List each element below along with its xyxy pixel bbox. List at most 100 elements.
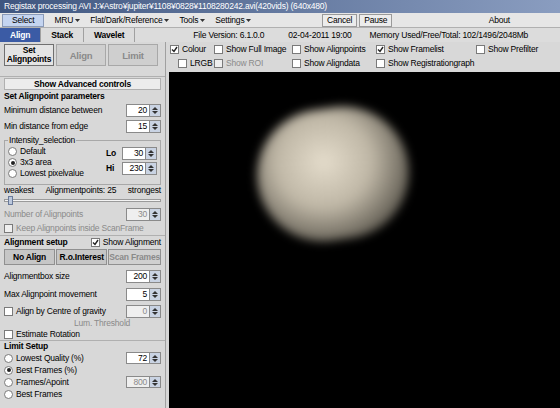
mode-button[interactable]: Limit <box>108 44 158 66</box>
radio-button[interactable] <box>4 366 13 375</box>
spin-buttons[interactable] <box>150 104 161 117</box>
tab[interactable]: Align <box>0 28 41 42</box>
arrow-up-icon[interactable] <box>152 291 158 294</box>
alignment-button[interactable]: No Align <box>4 249 55 265</box>
alignment-button[interactable]: Scan Frames <box>108 249 161 265</box>
checkbox[interactable] <box>91 238 100 247</box>
display-option-checkbox[interactable]: Show Full Image <box>214 44 286 55</box>
checkbox[interactable] <box>376 59 385 68</box>
checkbox[interactable] <box>178 59 187 68</box>
spin-field[interactable]: 800 <box>126 376 161 388</box>
advanced-controls-bar[interactable]: Show Advanced controls <box>4 78 161 90</box>
spin-buttons[interactable] <box>150 120 161 133</box>
display-option-checkbox[interactable]: Colour <box>170 44 206 55</box>
intensity-option[interactable]: Lowest pixelvalue <box>8 168 84 179</box>
spin-buttons[interactable] <box>150 288 161 301</box>
arrow-down-icon[interactable] <box>152 295 158 298</box>
limit-option[interactable]: Lowest Quality (%) <box>4 353 84 364</box>
radio-button[interactable] <box>4 378 13 387</box>
spin-field[interactable]: 72 <box>126 352 161 364</box>
checkbox[interactable] <box>4 307 13 316</box>
checkbox[interactable] <box>214 59 223 68</box>
keep-inside-checkbox[interactable]: Keep Alignpoints inside ScanFrame <box>4 223 144 234</box>
display-option-checkbox[interactable]: Show Framelist <box>376 44 444 55</box>
checkbox[interactable] <box>376 45 385 54</box>
limit-option[interactable]: Frames/Apoint <box>4 377 69 388</box>
arrow-up-icon[interactable] <box>152 355 158 358</box>
slider-thumb[interactable] <box>8 196 13 205</box>
menu-item[interactable]: MRU <box>54 15 80 26</box>
image-canvas[interactable] <box>169 72 560 408</box>
menu-item[interactable]: Flat/Dark/Reference <box>90 15 169 26</box>
radio-button[interactable] <box>4 354 13 363</box>
estimate-rotation-checkbox[interactable]: Estimate Rotation <box>4 329 80 340</box>
cancel-button[interactable]: Cancel <box>322 14 357 27</box>
mode-button[interactable]: Set Alignpoints <box>4 44 54 66</box>
spin-field[interactable]: 30 <box>122 147 157 160</box>
number-input[interactable]: 20 <box>126 104 150 117</box>
radio-button[interactable] <box>8 169 17 178</box>
arrow-up-icon[interactable] <box>152 273 158 276</box>
number-input[interactable]: 5 <box>126 288 150 301</box>
mode-button[interactable]: Align <box>56 44 106 66</box>
display-option-checkbox[interactable]: Show Prefilter <box>476 44 538 55</box>
slider-track[interactable] <box>4 199 161 202</box>
intensity-option[interactable]: Default <box>8 146 46 157</box>
arrow-up-icon[interactable] <box>152 308 158 311</box>
spin-field[interactable]: 15 <box>126 120 161 133</box>
display-option-checkbox[interactable]: Show ROI <box>214 58 263 69</box>
checkbox[interactable] <box>292 45 301 54</box>
spin-buttons[interactable] <box>150 270 161 283</box>
arrow-down-icon[interactable] <box>152 312 158 315</box>
checkbox[interactable] <box>292 59 301 68</box>
number-input[interactable]: 800 <box>126 376 150 388</box>
spin-field[interactable]: 5 <box>126 288 161 301</box>
arrow-up-icon[interactable] <box>148 150 154 153</box>
number-input[interactable]: 230 <box>122 162 146 175</box>
spin-field[interactable]: 200 <box>126 270 161 283</box>
spin-buttons[interactable] <box>150 305 161 318</box>
tab[interactable]: Wavelet <box>84 28 135 42</box>
number-input[interactable]: 15 <box>126 120 150 133</box>
spin-field[interactable]: 30 <box>126 208 161 221</box>
number-input[interactable]: 0 <box>126 305 150 318</box>
display-option-checkbox[interactable]: Show Registrationgraph <box>376 58 474 69</box>
spin-buttons[interactable] <box>146 147 157 160</box>
select-button[interactable]: Select <box>2 14 44 27</box>
checkbox[interactable] <box>4 224 13 233</box>
spin-field[interactable]: 230 <box>122 162 157 175</box>
about-menu[interactable]: About <box>489 15 510 26</box>
spin-buttons[interactable] <box>150 376 161 388</box>
alignpoints-slider[interactable] <box>4 195 161 206</box>
number-input[interactable]: 200 <box>126 270 150 283</box>
spin-buttons[interactable] <box>146 162 157 175</box>
radio-button[interactable] <box>8 147 17 156</box>
show-alignment-checkbox[interactable]: Show Alignment <box>91 237 161 248</box>
arrow-up-icon[interactable] <box>152 123 158 126</box>
spin-buttons[interactable] <box>150 208 161 221</box>
arrow-up-icon[interactable] <box>152 379 158 382</box>
tab[interactable]: Stack <box>41 28 84 42</box>
arrow-down-icon[interactable] <box>152 277 158 280</box>
arrow-down-icon[interactable] <box>148 154 154 157</box>
number-input[interactable]: 30 <box>126 208 150 221</box>
arrow-up-icon[interactable] <box>148 165 154 168</box>
display-option-checkbox[interactable]: LRGB <box>178 58 212 69</box>
arrow-down-icon[interactable] <box>152 215 158 218</box>
limit-option[interactable]: Best Frames (%) <box>4 365 77 376</box>
centre-of-gravity-checkbox[interactable]: Align by Centre of gravity <box>4 306 106 317</box>
menu-item[interactable]: Tools <box>179 15 205 26</box>
checkbox[interactable] <box>214 45 223 54</box>
arrow-down-icon[interactable] <box>152 127 158 130</box>
checkbox[interactable] <box>476 45 485 54</box>
checkbox[interactable] <box>170 45 179 54</box>
arrow-down-icon[interactable] <box>152 111 158 114</box>
spin-field[interactable]: 0 <box>126 305 161 318</box>
display-option-checkbox[interactable]: Show Aligndata <box>292 58 360 69</box>
spin-buttons[interactable] <box>150 352 161 364</box>
pause-button[interactable]: Pause <box>359 14 392 27</box>
menu-item[interactable]: Settings <box>215 15 251 26</box>
checkbox[interactable] <box>4 330 13 339</box>
spin-field[interactable]: 20 <box>126 104 161 117</box>
arrow-down-icon[interactable] <box>148 169 154 172</box>
